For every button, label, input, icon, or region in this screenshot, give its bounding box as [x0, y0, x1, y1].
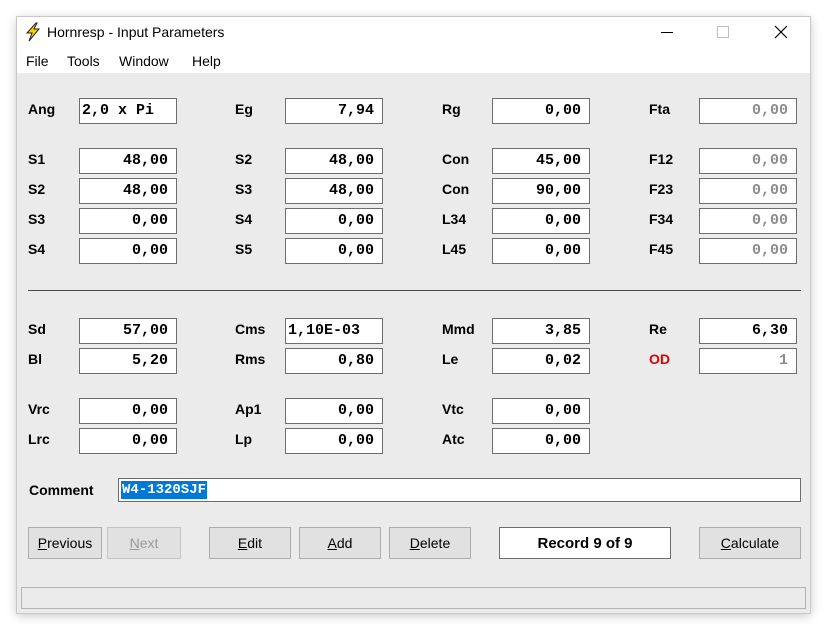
eg-label: Eg [235, 101, 253, 117]
s3-label: S3 [235, 181, 253, 197]
lp-field[interactable]: 0,00 [285, 428, 383, 454]
mmd-label: Mmd [442, 321, 475, 337]
f23-field[interactable]: 0,00 [699, 178, 797, 204]
con-field[interactable]: 90,00 [492, 178, 590, 204]
lrc-field[interactable]: 0,00 [79, 428, 177, 454]
close-icon [774, 25, 788, 39]
re-field[interactable]: 6,30 [699, 318, 797, 344]
cms-label: Cms [235, 321, 266, 337]
maximize-button[interactable] [700, 17, 746, 47]
sd-field[interactable]: 57,00 [79, 318, 177, 344]
s5-field[interactable]: 0,00 [285, 238, 383, 264]
f45-label: F45 [649, 241, 674, 257]
lightning-icon [25, 22, 41, 42]
con-field[interactable]: 45,00 [492, 148, 590, 174]
con-label: Con [442, 151, 470, 167]
od-label: OD [649, 351, 670, 367]
vtc-field[interactable]: 0,00 [492, 398, 590, 424]
maximize-icon [717, 26, 729, 38]
comment-input[interactable]: W4-1320SJF [118, 478, 801, 502]
ang-label: Ang [28, 101, 56, 117]
menu-bar: File Tools Window Help [17, 47, 810, 73]
re-label: Re [649, 321, 667, 337]
s1-field[interactable]: 48,00 [79, 148, 177, 174]
vrc-field[interactable]: 0,00 [79, 398, 177, 424]
s1-label: S1 [28, 151, 46, 167]
atc-field[interactable]: 0,00 [492, 428, 590, 454]
s3-label: S3 [28, 211, 46, 227]
ang-field[interactable]: 2,0 x Pi [79, 98, 177, 124]
comment-label: Comment [29, 482, 94, 498]
previous-button[interactable]: Previous [28, 527, 102, 559]
delete-button[interactable]: Delete [389, 527, 471, 559]
s4-label: S4 [235, 211, 253, 227]
calculate-button[interactable]: Calculate [699, 527, 801, 559]
s2-label: S2 [28, 181, 46, 197]
cms-field[interactable]: 1,10E-03 [285, 318, 383, 344]
rg-label: Rg [442, 101, 461, 117]
s5-label: S5 [235, 241, 253, 257]
menu-window[interactable]: Window [119, 53, 169, 69]
comment-text: W4-1320SJF [121, 481, 208, 499]
close-button[interactable] [758, 17, 804, 47]
section-divider [28, 290, 801, 291]
s2-field[interactable]: 48,00 [285, 148, 383, 174]
atc-label: Atc [442, 431, 465, 447]
window-title: Hornresp - Input Parameters [47, 24, 225, 40]
main-window: Hornresp - Input Parameters File Tools W… [17, 17, 810, 613]
ap1-field[interactable]: 0,00 [285, 398, 383, 424]
bl-label: Bl [28, 351, 42, 367]
s4-label: S4 [28, 241, 46, 257]
status-bar [21, 587, 806, 609]
le-field[interactable]: 0,02 [492, 348, 590, 374]
f34-label: F34 [649, 211, 674, 227]
f12-label: F12 [649, 151, 674, 167]
le-label: Le [442, 351, 459, 367]
s2-field[interactable]: 48,00 [79, 178, 177, 204]
s2-label: S2 [235, 151, 253, 167]
minimize-icon [661, 32, 673, 33]
menu-tools[interactable]: Tools [67, 53, 100, 69]
f45-field[interactable]: 0,00 [699, 238, 797, 264]
vrc-label: Vrc [28, 401, 50, 417]
s3-field[interactable]: 0,00 [79, 208, 177, 234]
add-button[interactable]: Add [299, 527, 381, 559]
rms-label: Rms [235, 351, 266, 367]
l34-label: L34 [442, 211, 467, 227]
sd-label: Sd [28, 321, 46, 337]
f34-field[interactable]: 0,00 [699, 208, 797, 234]
lp-label: Lp [235, 431, 253, 447]
mmd-field[interactable]: 3,85 [492, 318, 590, 344]
od-field[interactable]: 1 [699, 348, 797, 374]
next-button[interactable]: Next [107, 527, 181, 559]
l45-label: L45 [442, 241, 467, 257]
edit-button[interactable]: Edit [209, 527, 291, 559]
ap1-label: Ap1 [235, 401, 262, 417]
lrc-label: Lrc [28, 431, 50, 447]
l45-field[interactable]: 0,00 [492, 238, 590, 264]
title-bar: Hornresp - Input Parameters [17, 17, 810, 47]
record-indicator: Record 9 of 9 [499, 527, 671, 559]
menu-file[interactable]: File [26, 53, 49, 69]
menu-help[interactable]: Help [192, 53, 221, 69]
con-label: Con [442, 181, 470, 197]
f12-field[interactable]: 0,00 [699, 148, 797, 174]
fta-label: Fta [649, 101, 670, 117]
fta-field[interactable]: 0,00 [699, 98, 797, 124]
f23-label: F23 [649, 181, 674, 197]
vtc-label: Vtc [442, 401, 464, 417]
rms-field[interactable]: 0,80 [285, 348, 383, 374]
eg-field[interactable]: 7,94 [285, 98, 383, 124]
s3-field[interactable]: 48,00 [285, 178, 383, 204]
s4-field[interactable]: 0,00 [285, 208, 383, 234]
minimize-button[interactable] [644, 17, 690, 47]
bl-field[interactable]: 5,20 [79, 348, 177, 374]
l34-field[interactable]: 0,00 [492, 208, 590, 234]
rg-field[interactable]: 0,00 [492, 98, 590, 124]
s4-field[interactable]: 0,00 [79, 238, 177, 264]
